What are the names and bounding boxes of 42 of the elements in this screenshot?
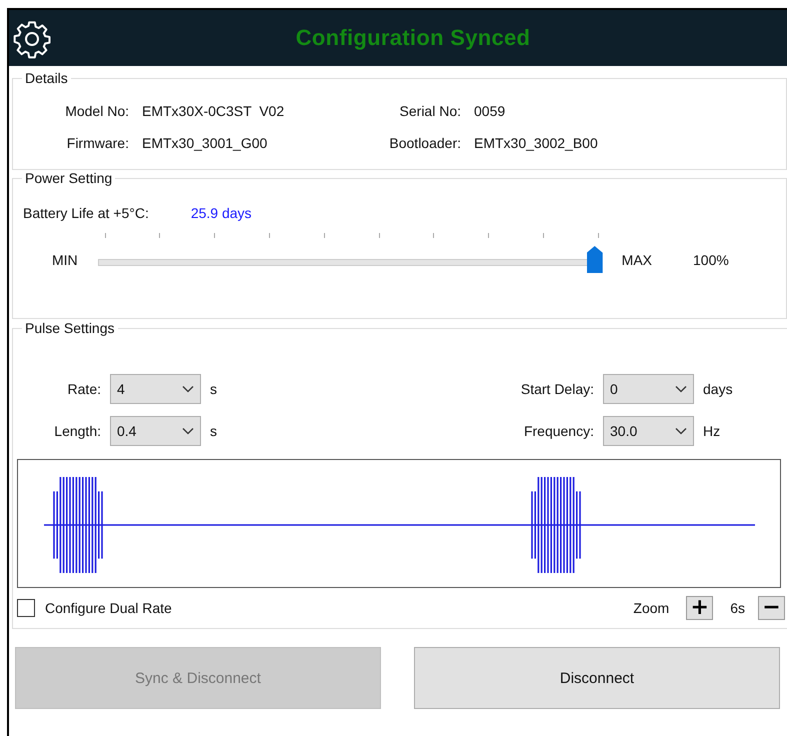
group-title: Pulse Settings bbox=[24, 320, 116, 336]
dropdown[interactable]: 4 bbox=[110, 374, 201, 404]
checkbox[interactable] bbox=[17, 599, 35, 617]
field-label: Frequency: bbox=[522, 423, 594, 439]
action-button[interactable]: Disconnect bbox=[414, 647, 780, 709]
chevron-icon bbox=[182, 427, 194, 435]
battery-value: 25.9 days bbox=[190, 205, 252, 221]
unit-label: s bbox=[210, 423, 217, 439]
field-label: Model No: bbox=[64, 103, 129, 119]
dropdown[interactable]: 30.0 bbox=[603, 416, 694, 446]
zoom-in-button[interactable]: + bbox=[686, 596, 714, 620]
chevron-icon bbox=[182, 385, 194, 393]
field-value: 0059 bbox=[474, 103, 506, 119]
unit-label: Hz bbox=[703, 423, 720, 439]
zoom-value: 6s bbox=[730, 600, 745, 616]
field-label: Bootloader: bbox=[388, 135, 461, 151]
field-label: Rate: bbox=[66, 381, 101, 397]
power-reading: 100% bbox=[693, 252, 729, 268]
field-value: EMTx30_3001_G00 bbox=[142, 135, 268, 151]
settings-icon[interactable] bbox=[12, 19, 52, 59]
status-title: Configuration Synced bbox=[294, 25, 530, 51]
min-label: MIN bbox=[52, 252, 78, 268]
battery-label: Battery Life at +5°C: bbox=[23, 205, 149, 221]
unit-label: days bbox=[703, 381, 733, 397]
group-title: Power Setting bbox=[24, 170, 114, 186]
field-label: Firmware: bbox=[66, 135, 129, 151]
field-value: EMTx30X-0C3ST V02 bbox=[142, 103, 286, 119]
dropdown[interactable]: 0 bbox=[603, 374, 694, 404]
chevron-icon bbox=[675, 385, 687, 393]
checkbox-label: Configure Dual Rate bbox=[45, 600, 172, 616]
unit-label: s bbox=[210, 381, 217, 397]
field-label: Length: bbox=[53, 423, 101, 439]
field-label: Start Delay: bbox=[520, 381, 594, 397]
zoom-label: Zoom bbox=[633, 600, 670, 616]
field-value: EMTx30_3002_B00 bbox=[474, 135, 599, 151]
max-label: MAX bbox=[622, 252, 652, 268]
chevron-icon bbox=[675, 427, 687, 435]
group-title: Details bbox=[24, 70, 69, 86]
dropdown[interactable]: 0.4 bbox=[110, 416, 201, 446]
slider-thumb[interactable] bbox=[586, 246, 603, 273]
zoom-out-button[interactable]: − bbox=[758, 596, 785, 620]
field-label: Serial No: bbox=[398, 103, 461, 119]
